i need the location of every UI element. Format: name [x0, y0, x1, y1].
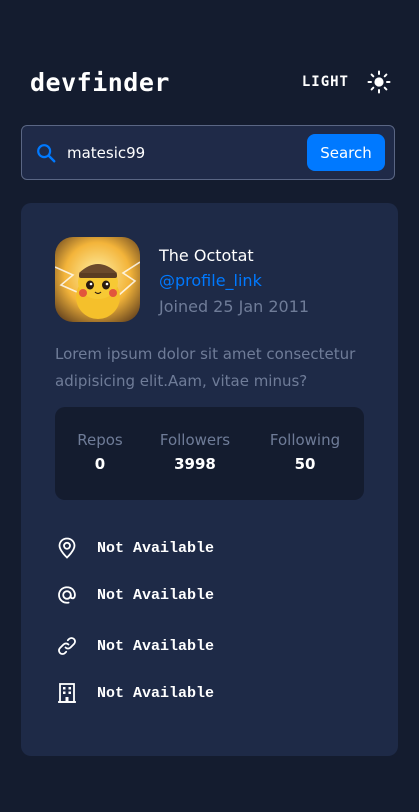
info-website: Not Available [55, 634, 214, 658]
stat-value: 50 [294, 455, 316, 473]
stat-repos: Repos 0 [55, 431, 145, 473]
profile-card: The Octotat @profile_link Joined 25 Jan … [21, 203, 398, 756]
stat-value: 3998 [174, 455, 216, 473]
profile-link[interactable]: @profile_link [159, 271, 262, 290]
info-company: Not Available [55, 681, 214, 705]
info-text: Not Available [97, 637, 215, 655]
info-location: Not Available [55, 536, 214, 560]
avatar-image [55, 237, 140, 322]
info-text: Not Available [97, 586, 215, 604]
theme-toggle-label: LIGHT [301, 74, 349, 90]
stat-followers: Followers 3998 [150, 431, 240, 473]
profile-bio: Lorem ipsum dolor sit amet consectetur a… [55, 345, 356, 390]
stat-label: Repos [77, 431, 123, 449]
info-email: Not Available [55, 583, 214, 607]
theme-toggle[interactable]: LIGHT [302, 70, 391, 94]
location-pin-icon [58, 537, 76, 559]
info-text: Not Available [97, 684, 215, 702]
app-logo: devfinder [30, 67, 170, 97]
stat-following: Following 50 [257, 431, 353, 473]
info-text: Not Available [97, 539, 215, 557]
stat-value: 0 [94, 455, 106, 473]
sun-icon [367, 70, 391, 94]
search-input[interactable] [65, 142, 307, 163]
header: devfinder LIGHT [30, 62, 391, 102]
avatar [55, 237, 140, 322]
joined-date: Joined 25 Jan 2011 [159, 297, 310, 316]
building-icon [58, 683, 76, 703]
link-icon [58, 637, 76, 655]
stat-label: Followers [159, 431, 231, 449]
search-button[interactable]: Search [307, 134, 385, 171]
search-icon [37, 143, 56, 162]
stats-panel: Repos 0 Followers 3998 Following 50 [55, 407, 364, 500]
at-sign-icon [58, 586, 76, 604]
profile-name: The Octotat [159, 246, 254, 265]
search-bar: Search [21, 125, 395, 180]
stat-label: Following [269, 431, 341, 449]
